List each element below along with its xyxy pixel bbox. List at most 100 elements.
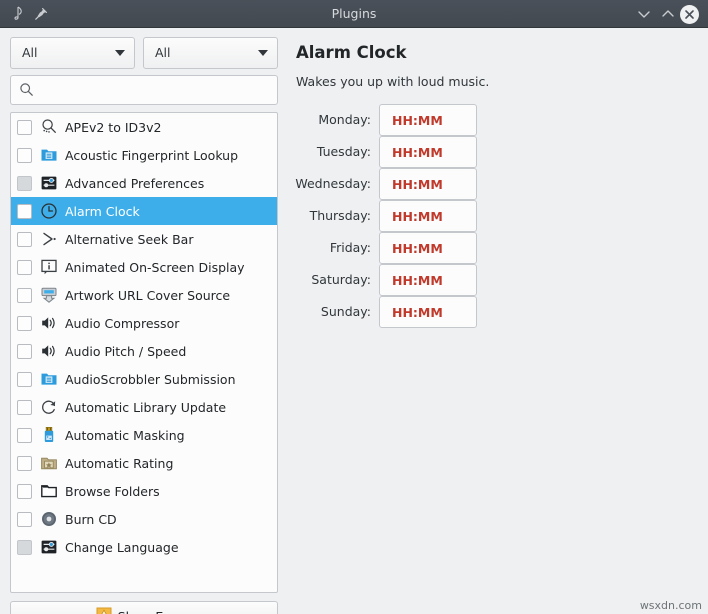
category-filter-dropdown[interactable]: All [10,37,135,69]
download-tray-icon [39,285,59,305]
usb-drive-icon [39,425,59,445]
plugin-checkbox[interactable] [17,316,32,331]
alarm-time-input[interactable] [380,265,476,295]
cd-icon [39,509,59,529]
plugin-row[interactable]: Audio Compressor [11,309,277,337]
left-pane: All All APEv2 to ID3v2 Acoustic Fingerpri… [0,28,290,614]
alarm-day-label: Thursday: [290,200,371,232]
folder-outline-icon [39,481,59,501]
plugin-label: Burn CD [65,512,117,527]
alarm-time-field[interactable] [379,136,477,168]
plugin-row[interactable]: AudioScrobbler Submission [11,365,277,393]
plugin-checkbox[interactable] [17,120,32,135]
plugin-row[interactable]: Animated On-Screen Display [11,253,277,281]
title-bar: Plugins [0,0,708,28]
plugin-row[interactable]: APEv2 to ID3v2 [11,113,277,141]
plugin-row[interactable]: Artwork URL Cover Source [11,281,277,309]
plugin-checkbox[interactable] [17,400,32,415]
plugin-row[interactable]: Automatic Library Update [11,393,277,421]
plugin-row[interactable]: Alternative Seek Bar [11,225,277,253]
plugin-checkbox[interactable] [17,344,32,359]
status-filter-dropdown[interactable]: All [143,37,278,69]
plugin-checkbox[interactable] [17,484,32,499]
plugin-row[interactable]: Burn CD [11,505,277,533]
plugin-row[interactable]: Change Language [11,533,277,561]
alarm-time-field[interactable] [379,168,477,200]
close-icon [680,5,699,24]
alarm-time-field[interactable] [379,232,477,264]
plugin-checkbox[interactable] [17,148,32,163]
plugin-checkbox[interactable] [17,204,32,219]
alarm-day-row: Wednesday: [290,168,490,200]
plugin-checkbox[interactable] [17,428,32,443]
plugin-label: Alarm Clock [65,204,140,219]
alarm-time-field[interactable] [379,264,477,296]
alarm-day-row: Monday: [290,104,490,136]
sliders-icon [39,537,59,557]
page-title: Alarm Clock [296,43,407,62]
speaker-icon [39,341,59,361]
plugin-row[interactable]: Automatic Masking [11,421,277,449]
alarm-time-input[interactable] [380,297,476,327]
refresh-icon [39,397,59,417]
plugin-label: Audio Compressor [65,316,179,331]
alarm-day-row: Tuesday: [290,136,490,168]
plugin-checkbox [17,176,32,191]
plugin-label: Change Language [65,540,179,555]
status-filter-value: All [155,38,171,68]
blue-folder-doc-icon [39,145,59,165]
plugin-label: Acoustic Fingerprint Lookup [65,148,238,163]
alarm-time-input[interactable] [380,105,476,135]
plugin-checkbox[interactable] [17,456,32,471]
category-filter-value: All [22,38,38,68]
alarm-day-label: Friday: [290,232,371,264]
plugin-checkbox[interactable] [17,288,32,303]
search-field[interactable] [10,75,278,105]
plugin-row[interactable]: Automatic Rating [11,449,277,477]
plugin-label: Browse Folders [65,484,160,499]
page-description: Wakes you up with loud music. [296,74,489,89]
unshade-button[interactable] [657,0,679,28]
show-errors-button[interactable]: Show Errors [10,601,278,614]
blue-folder-doc-icon [39,369,59,389]
plugin-list[interactable]: APEv2 to ID3v2 Acoustic Fingerprint Looku… [10,112,278,593]
alarm-time-input[interactable] [380,169,476,199]
warning-bubble-icon [96,607,112,614]
alarm-time-input[interactable] [380,137,476,167]
plugin-label: Artwork URL Cover Source [65,288,230,303]
alarm-day-label: Sunday: [290,296,371,328]
magnifier-icon [39,117,59,137]
window-title: Plugins [0,0,708,28]
alarm-time-field[interactable] [379,200,477,232]
seek-arrow-icon [39,229,59,249]
detail-pane: Alarm Clock Wakes you up with loud music… [290,28,708,614]
close-button[interactable] [679,0,699,28]
alarm-time-field[interactable] [379,104,477,136]
plugin-checkbox[interactable] [17,372,32,387]
watermark: wsxdn.com [640,599,702,612]
plugin-row[interactable]: Alarm Clock [11,197,277,225]
alarm-day-label: Wednesday: [290,168,371,200]
plugins-window: Plugins All All [0,0,708,614]
search-input[interactable] [41,76,273,106]
shade-button[interactable] [633,0,655,28]
plugin-row[interactable]: Browse Folders [11,477,277,505]
alarm-day-row: Sunday: [290,296,490,328]
chevron-down-icon [115,50,125,56]
chevron-down-icon [258,50,268,56]
plugin-row[interactable]: Audio Pitch / Speed [11,337,277,365]
alarm-day-row: Thursday: [290,200,490,232]
plugin-checkbox[interactable] [17,232,32,247]
plugin-checkbox[interactable] [17,512,32,527]
plugin-row[interactable]: Acoustic Fingerprint Lookup [11,141,277,169]
alarm-day-label: Monday: [290,104,371,136]
plugin-label: Automatic Library Update [65,400,226,415]
alarm-time-input[interactable] [380,233,476,263]
clock-icon [39,201,59,221]
star-folder-icon [39,453,59,473]
plugin-row[interactable]: Advanced Preferences [11,169,277,197]
search-icon [19,82,34,101]
alarm-time-field[interactable] [379,296,477,328]
plugin-checkbox[interactable] [17,260,32,275]
alarm-time-input[interactable] [380,201,476,231]
